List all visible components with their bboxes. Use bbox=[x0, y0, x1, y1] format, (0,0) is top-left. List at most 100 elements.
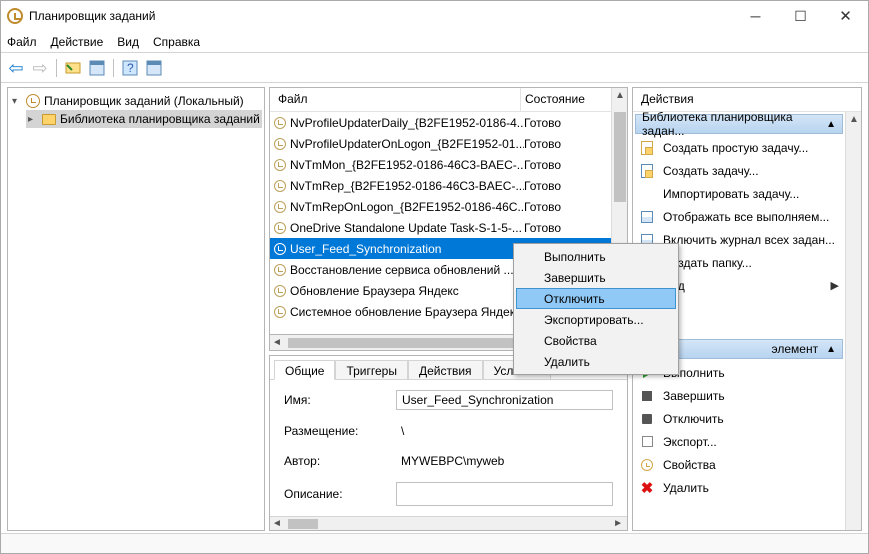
table-row[interactable]: NvTmRep_{B2FE1952-0186-46C3-BAEC-...Гото… bbox=[270, 175, 611, 196]
tree-root-label: Планировщик заданий (Локальный) bbox=[44, 94, 244, 108]
menu-view[interactable]: Вид bbox=[117, 35, 139, 49]
actions-vscroll[interactable] bbox=[845, 112, 861, 530]
tab-triggers[interactable]: Триггеры bbox=[335, 360, 408, 379]
action-label: Отображать все выполняем... bbox=[663, 210, 829, 224]
collapse-icon[interactable]: ▲ bbox=[826, 344, 836, 355]
name-field[interactable]: User_Feed_Synchronization bbox=[396, 390, 613, 410]
table-row[interactable]: NvTmRepOnLogon_{B2FE1952-0186-46C...Гото… bbox=[270, 196, 611, 217]
action-label: Отключить bbox=[663, 412, 724, 426]
task-name: User_Feed_Synchronization bbox=[290, 242, 441, 256]
task-state: Готово bbox=[524, 116, 604, 130]
forward-button: ⇨ bbox=[29, 57, 51, 79]
actions-group-library[interactable]: Библиотека планировщика задан... ▲ bbox=[635, 114, 843, 134]
ctx-disable[interactable]: Отключить bbox=[516, 288, 676, 309]
action-label: Удалить bbox=[663, 481, 709, 495]
action-show-running[interactable]: Отображать все выполняем... bbox=[633, 205, 845, 228]
folder-icon bbox=[42, 114, 56, 125]
task-state: Готово bbox=[524, 158, 604, 172]
ctx-export[interactable]: Экспортировать... bbox=[516, 309, 676, 330]
task-details: Общие Триггеры Действия Условия Имя: Use… bbox=[269, 355, 628, 531]
task-name: NvTmRepOnLogon_{B2FE1952-0186-46C... bbox=[290, 200, 524, 214]
ctx-delete[interactable]: Удалить bbox=[516, 351, 676, 372]
action-label: Экспорт... bbox=[663, 435, 717, 449]
tree-library-label: Библиотека планировщика заданий bbox=[60, 112, 260, 126]
svg-text:?: ? bbox=[127, 61, 134, 75]
ctx-run[interactable]: Выполнить bbox=[516, 246, 676, 267]
separator bbox=[113, 59, 114, 77]
task-state: Готово bbox=[524, 179, 604, 193]
menu-help[interactable]: Справка bbox=[153, 35, 200, 49]
menu-file[interactable]: Файл bbox=[7, 35, 37, 49]
disable-icon bbox=[639, 411, 655, 427]
toolbar-icon-2[interactable] bbox=[86, 57, 108, 79]
action-label: Создать задачу... bbox=[663, 164, 759, 178]
list-icon bbox=[639, 209, 655, 225]
details-hscroll[interactable] bbox=[270, 516, 627, 530]
task-icon bbox=[639, 163, 655, 179]
clock-icon bbox=[274, 159, 286, 171]
delete-icon: ✖ bbox=[639, 480, 655, 496]
console-tree[interactable]: ▾ Планировщик заданий (Локальный) ▸ Библ… bbox=[7, 87, 265, 531]
location-value: \ bbox=[396, 422, 613, 440]
props-icon bbox=[639, 457, 655, 473]
col-state[interactable]: Состояние bbox=[520, 88, 600, 111]
menu-action[interactable]: Действие bbox=[51, 35, 104, 49]
location-label: Размещение: bbox=[284, 424, 396, 438]
tab-actions[interactable]: Действия bbox=[408, 360, 483, 379]
task-state: Готово bbox=[524, 221, 604, 235]
table-row[interactable]: NvProfileUpdaterDaily_{B2FE1952-0186-4..… bbox=[270, 112, 611, 133]
task-name: NvTmMon_{B2FE1952-0186-46C3-BAEC-... bbox=[290, 158, 524, 172]
action-delete[interactable]: ✖ Удалить bbox=[633, 476, 845, 499]
action-label: Свойства bbox=[663, 458, 716, 472]
table-row[interactable]: OneDrive Standalone Update Task-S-1-5-..… bbox=[270, 217, 611, 238]
import-icon bbox=[639, 186, 655, 202]
maximize-button[interactable]: ☐ bbox=[778, 1, 823, 31]
context-menu: Выполнить Завершить Отключить Экспортиро… bbox=[513, 243, 679, 375]
clock-icon bbox=[274, 285, 286, 297]
tree-root[interactable]: ▾ Планировщик заданий (Локальный) bbox=[10, 92, 262, 110]
collapse-icon[interactable]: ▾ bbox=[12, 96, 22, 107]
task-name: Обновление Браузера Яндекс bbox=[290, 284, 459, 298]
action-export[interactable]: Экспорт... bbox=[633, 430, 845, 453]
clock-icon bbox=[274, 243, 286, 255]
back-button[interactable]: ⇦ bbox=[5, 57, 27, 79]
toolbar: ⇦ ⇨ ? bbox=[1, 53, 868, 83]
tab-general[interactable]: Общие bbox=[274, 360, 335, 380]
action-label: Завершить bbox=[663, 389, 725, 403]
clock-icon bbox=[274, 201, 286, 213]
clock-icon bbox=[274, 222, 286, 234]
task-icon bbox=[639, 140, 655, 156]
action-end[interactable]: Завершить bbox=[633, 384, 845, 407]
close-button[interactable]: ✕ bbox=[823, 1, 868, 31]
col-file[interactable]: Файл bbox=[270, 88, 520, 111]
table-row[interactable]: NvTmMon_{B2FE1952-0186-46C3-BAEC-...Гото… bbox=[270, 154, 611, 175]
action-create[interactable]: Создать задачу... bbox=[633, 159, 845, 182]
name-label: Имя: bbox=[284, 393, 396, 407]
titlebar: Планировщик заданий ─ ☐ ✕ bbox=[1, 1, 868, 31]
chevron-right-icon: ▶ bbox=[831, 279, 839, 292]
task-name: OneDrive Standalone Update Task-S-1-5-..… bbox=[290, 221, 522, 235]
ctx-end[interactable]: Завершить bbox=[516, 267, 676, 288]
ctx-props[interactable]: Свойства bbox=[516, 330, 676, 351]
task-state: Готово bbox=[524, 137, 604, 151]
clock-icon bbox=[274, 180, 286, 192]
action-create-basic[interactable]: Создать простую задачу... bbox=[633, 136, 845, 159]
help-button[interactable]: ? bbox=[119, 57, 141, 79]
task-name: NvProfileUpdaterOnLogon_{B2FE1952-01... bbox=[290, 137, 524, 151]
expand-icon[interactable]: ▸ bbox=[28, 114, 38, 125]
desc-field[interactable] bbox=[396, 482, 613, 506]
task-name: Системное обновление Браузера Яндекс bbox=[290, 305, 521, 319]
toolbar-icon-3[interactable] bbox=[143, 57, 165, 79]
action-disable[interactable]: Отключить bbox=[633, 407, 845, 430]
minimize-button[interactable]: ─ bbox=[733, 1, 778, 31]
action-props[interactable]: Свойства bbox=[633, 453, 845, 476]
content-area: ▾ Планировщик заданий (Локальный) ▸ Библ… bbox=[1, 83, 868, 533]
collapse-icon[interactable]: ▲ bbox=[826, 119, 836, 130]
clock-icon bbox=[274, 117, 286, 129]
table-row[interactable]: NvProfileUpdaterOnLogon_{B2FE1952-01...Г… bbox=[270, 133, 611, 154]
clock-icon bbox=[274, 306, 286, 318]
toolbar-icon-1[interactable] bbox=[62, 57, 84, 79]
action-import[interactable]: Импортировать задачу... bbox=[633, 182, 845, 205]
tree-library[interactable]: ▸ Библиотека планировщика заданий bbox=[26, 110, 262, 128]
task-name: NvProfileUpdaterDaily_{B2FE1952-0186-4..… bbox=[290, 116, 524, 130]
